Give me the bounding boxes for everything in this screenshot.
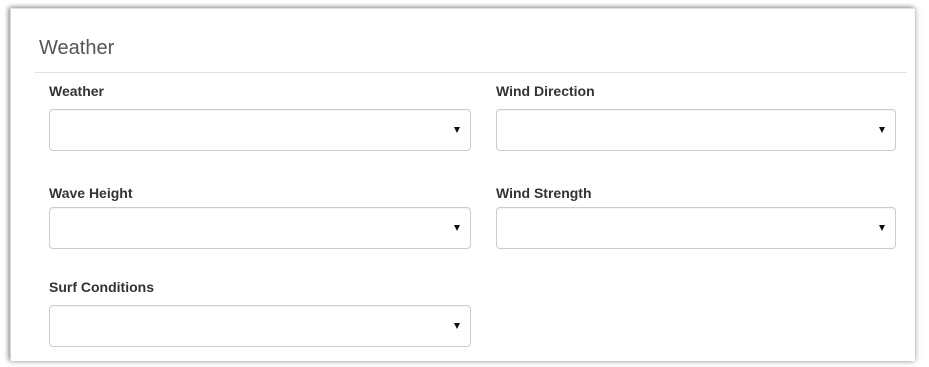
section-title: Weather (39, 37, 115, 59)
caret-down-icon (879, 225, 885, 231)
wind-direction-label: Wind Direction (496, 83, 595, 99)
surf-conditions-select[interactable] (49, 305, 471, 347)
wave-height-select[interactable] (49, 207, 471, 249)
weather-select[interactable] (49, 109, 471, 151)
caret-down-icon (454, 127, 460, 133)
section-divider (35, 72, 907, 73)
wind-direction-select[interactable] (496, 109, 896, 151)
caret-down-icon (879, 127, 885, 133)
caret-down-icon (454, 225, 460, 231)
weather-panel: Weather Weather Wind Direction Wave Heig… (10, 8, 915, 361)
wind-strength-select[interactable] (496, 207, 896, 249)
weather-label: Weather (49, 83, 104, 99)
caret-down-icon (454, 323, 460, 329)
surf-conditions-label: Surf Conditions (49, 279, 154, 295)
wave-height-label: Wave Height (49, 185, 133, 201)
wind-strength-label: Wind Strength (496, 185, 592, 201)
